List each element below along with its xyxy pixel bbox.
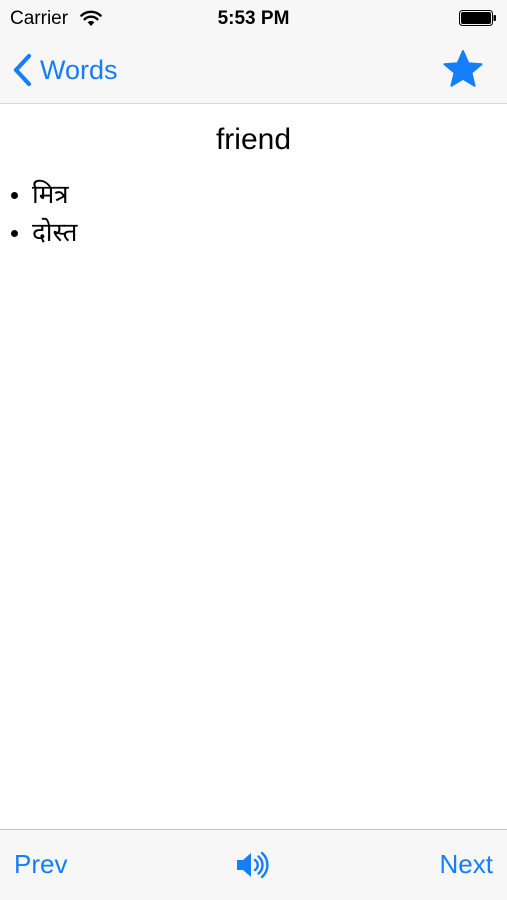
battery-icon bbox=[459, 10, 496, 26]
navigation-bar: Words bbox=[0, 36, 507, 104]
speaker-icon[interactable] bbox=[235, 848, 269, 882]
star-icon[interactable] bbox=[443, 50, 483, 88]
prev-button[interactable]: Prev bbox=[14, 848, 67, 880]
next-button[interactable]: Next bbox=[440, 848, 493, 880]
chevron-left-icon bbox=[13, 53, 32, 87]
word-title: friend bbox=[215, 123, 292, 156]
status-bar: Carrier 5:53 PM bbox=[0, 0, 507, 36]
meaning-item: मित्र bbox=[10, 176, 77, 214]
back-button-label: Words bbox=[40, 55, 118, 85]
app-screen: Carrier 5:53 PM Words friend मित्र दोस्त… bbox=[0, 0, 507, 900]
word-detail: friend मित्र दोस्त bbox=[0, 104, 507, 828]
meaning-item: दोस्त bbox=[10, 214, 77, 252]
back-button[interactable]: Words bbox=[10, 50, 118, 90]
clock-time: 5:53 PM bbox=[217, 8, 290, 29]
meaning-list: मित्र दोस्त bbox=[10, 176, 77, 252]
bottom-toolbar: Prev Next bbox=[0, 829, 507, 900]
